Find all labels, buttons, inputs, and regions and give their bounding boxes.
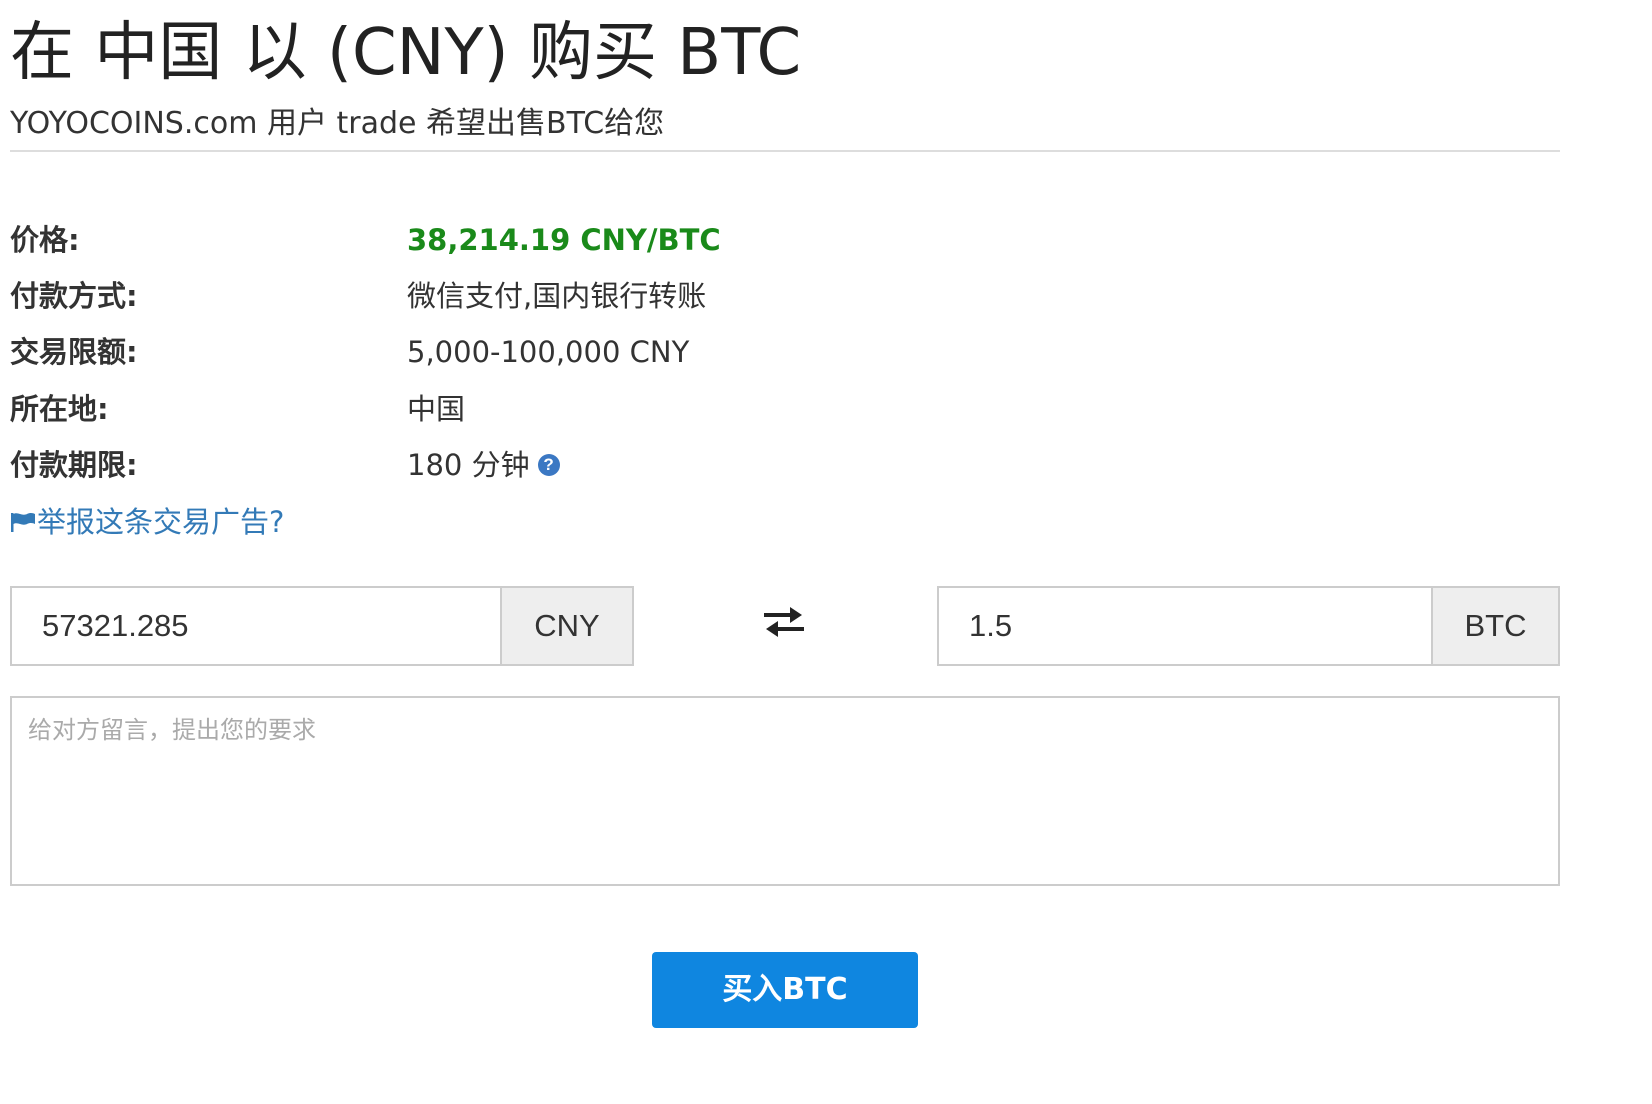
page-title: 在 中国 以 (CNY) 购买 BTC — [10, 16, 802, 90]
payment-window-wrapper: 180 分钟? — [407, 443, 560, 487]
header-divider — [10, 150, 1560, 152]
btc-amount-input[interactable] — [939, 588, 1433, 664]
message-textarea[interactable] — [10, 696, 1560, 886]
cny-currency-addon: CNY — [500, 588, 632, 664]
page-subtitle: YOYOCOINS.com 用户 trade 希望出售BTC给您 — [10, 106, 665, 141]
exchange-arrows-icon[interactable] — [762, 604, 806, 638]
payment-method-value: 微信支付,国内银行转账 — [407, 279, 707, 313]
location-label: 所在地: — [10, 392, 109, 426]
trade-limit-value: 5,000-100,000 CNY — [407, 335, 690, 369]
buy-btc-button[interactable]: 买入BTC — [652, 952, 918, 1028]
price-row: 价格: 38,214.19 CNY/BTC — [10, 218, 1010, 262]
flag-icon — [11, 513, 35, 532]
report-ad-link[interactable]: 举报这条交易广告? — [10, 500, 284, 544]
location-value: 中国 — [407, 392, 466, 426]
payment-window-row: 付款期限: 180 分钟? — [10, 443, 1010, 487]
price-value: 38,214.19 CNY/BTC — [407, 223, 721, 257]
payment-window-value: 180 分钟 — [407, 448, 530, 482]
btc-amount-group: BTC — [937, 586, 1560, 666]
trade-limit-label: 交易限额: — [10, 335, 138, 369]
trade-limit-row: 交易限额: 5,000-100,000 CNY — [10, 330, 1010, 374]
price-label: 价格: — [10, 223, 80, 257]
payment-method-label: 付款方式: — [10, 279, 138, 313]
btc-currency-addon: BTC — [1431, 588, 1558, 664]
payment-method-row: 付款方式: 微信支付,国内银行转账 — [10, 274, 1010, 318]
payment-window-label: 付款期限: — [10, 448, 138, 482]
location-row: 所在地: 中国 — [10, 387, 1010, 431]
cny-amount-input[interactable] — [12, 588, 502, 664]
help-icon[interactable]: ? — [537, 454, 560, 476]
cny-amount-group: CNY — [10, 586, 634, 666]
report-ad-label: 举报这条交易广告? — [37, 505, 285, 539]
